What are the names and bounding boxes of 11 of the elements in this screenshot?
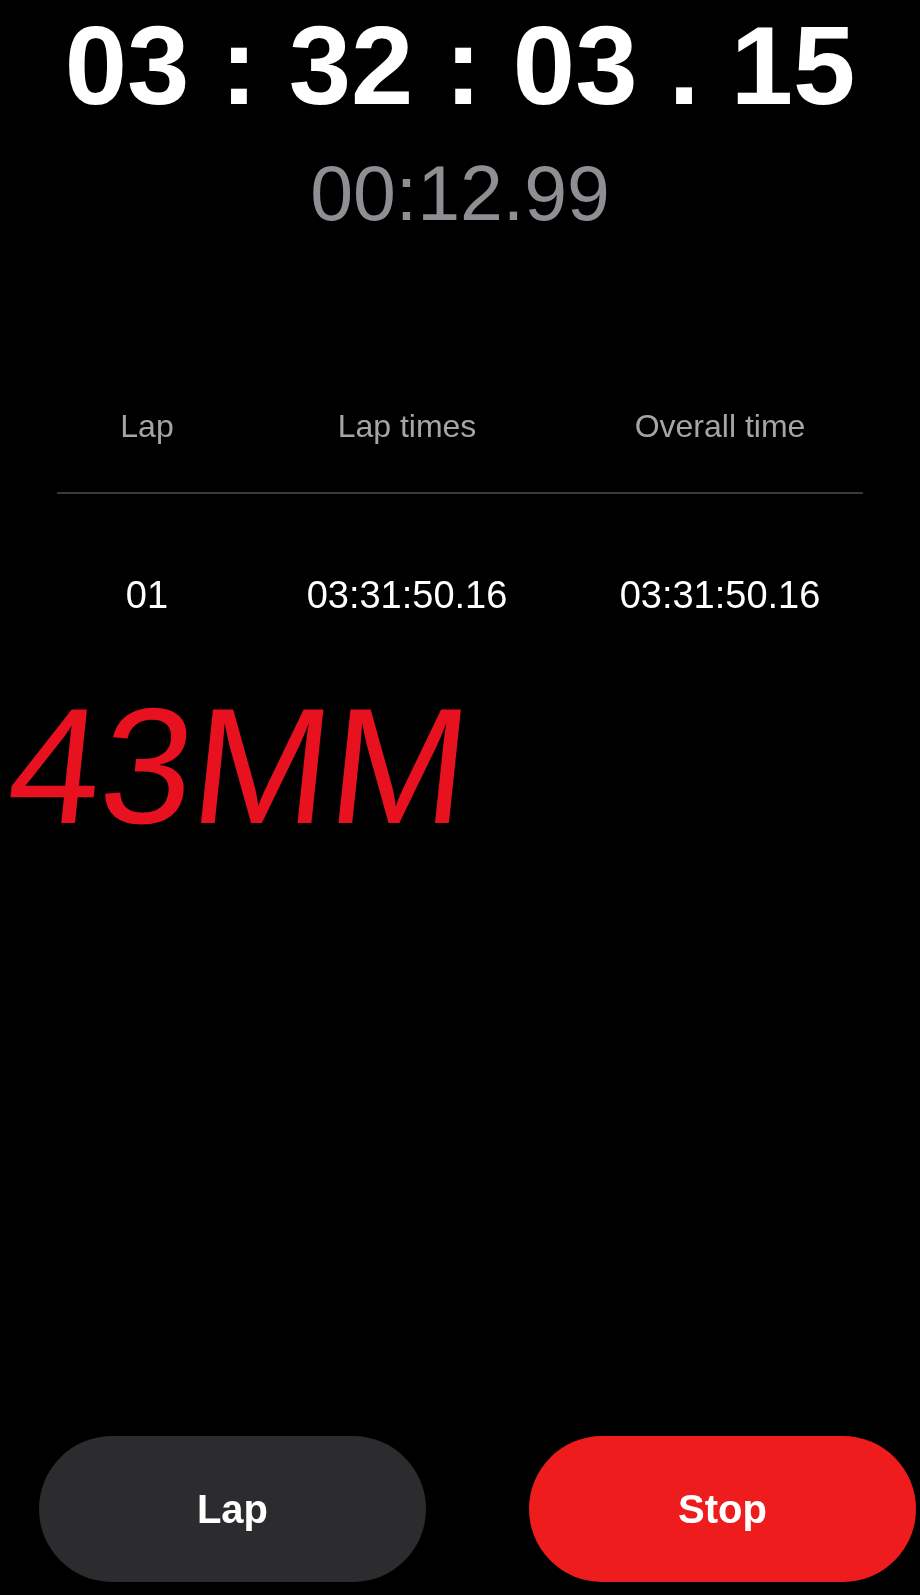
- lap-time: 00:12.99: [310, 155, 610, 232]
- column-header: Lap: [120, 410, 174, 442]
- lap-button[interactable]: Lap: [39, 1436, 426, 1582]
- elapsed-time: 03 : 32 : 03 . 15: [64, 10, 856, 122]
- table-cell: 03:31:50.16: [619, 576, 821, 614]
- table-cell: 03:31:50.16: [306, 576, 508, 614]
- table-cell: 01: [125, 576, 169, 614]
- handwritten-annotation: 43MM: [1, 684, 478, 849]
- column-header: Overall time: [634, 410, 806, 442]
- stop-button[interactable]: Stop: [529, 1436, 916, 1582]
- column-header: Lap times: [337, 410, 477, 442]
